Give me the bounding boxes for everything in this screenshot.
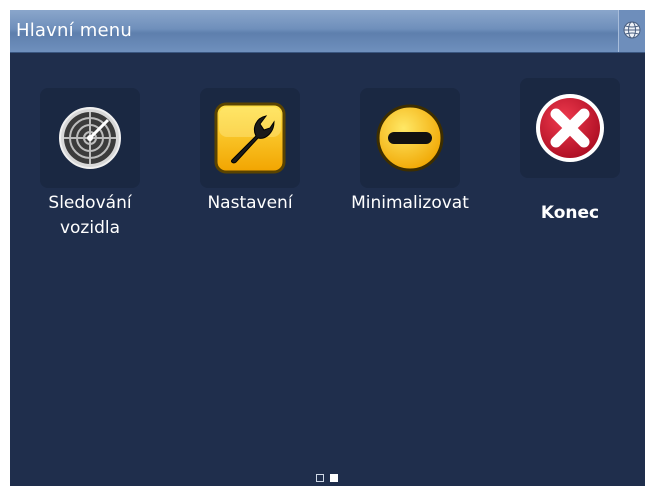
- globe-icon: [623, 21, 641, 39]
- title-bar: Hlavní menu: [10, 10, 645, 53]
- exit-tile: [520, 78, 620, 178]
- exit-label: Konec: [540, 203, 600, 223]
- globe-button[interactable]: [618, 10, 645, 52]
- menu-item-vehicle-tracking[interactable]: Sledování vozidla: [15, 78, 165, 278]
- settings-label: Nastavení: [207, 193, 293, 213]
- radar-icon: [59, 107, 121, 169]
- page-dot-1[interactable]: [316, 474, 324, 482]
- close-x-icon: [536, 94, 604, 162]
- menu-item-settings[interactable]: Nastavení: [175, 78, 325, 278]
- minus-circle-icon: [376, 104, 444, 172]
- main-menu-screen: Hlavní menu Sledování vozidla Nastavení …: [10, 10, 645, 486]
- settings-tile: [200, 88, 300, 188]
- vehicle-tracking-label-line2: vozidla: [59, 218, 121, 238]
- minimize-label: Minimalizovat: [351, 193, 469, 213]
- page-title: Hlavní menu: [16, 20, 132, 41]
- vehicle-tracking-label-line1: Sledování: [48, 193, 132, 213]
- vehicle-tracking-label: Sledování vozidla: [15, 191, 165, 241]
- menu-item-exit[interactable]: Konec: [495, 78, 645, 278]
- minimize-tile: [360, 88, 460, 188]
- wrench-icon: [214, 102, 286, 174]
- menu-item-minimize[interactable]: Minimalizovat: [335, 78, 485, 278]
- page-dot-2[interactable]: [330, 474, 338, 482]
- vehicle-tracking-tile: [40, 88, 140, 188]
